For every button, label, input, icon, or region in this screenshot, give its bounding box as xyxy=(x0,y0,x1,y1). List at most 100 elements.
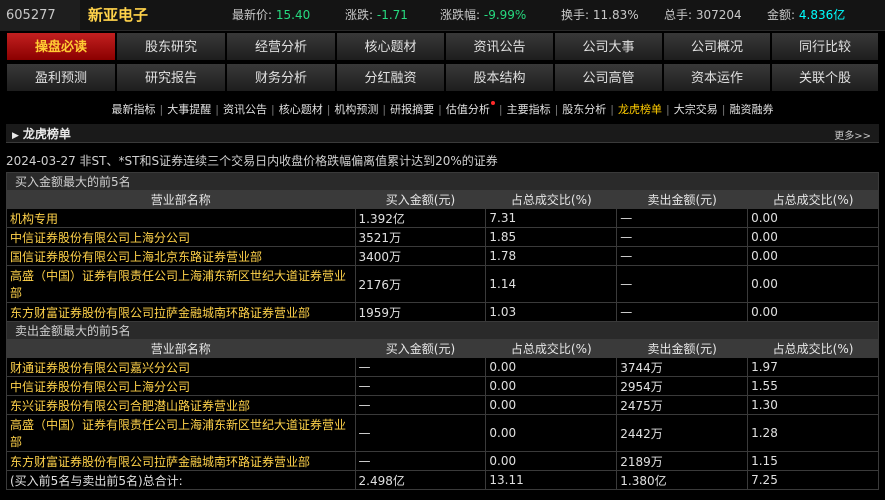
nav-zixun[interactable]: 资讯公告 xyxy=(445,32,554,61)
nav-gudong[interactable]: 股东研究 xyxy=(116,32,226,61)
quote-volume: 总手: 307204 xyxy=(664,8,742,22)
quote-bar: 605277 新亚电子 最新价: 15.40 涨跌: -1.71 涨跌幅: -9… xyxy=(0,0,885,31)
buy-amount: — xyxy=(354,414,487,452)
buy-amount: — xyxy=(354,376,487,396)
branch-name[interactable]: 东方财富证券股份有限公司拉萨金融城南环路证券营业部 xyxy=(6,302,356,322)
sell-group-row: 卖出金额最大的前5名 xyxy=(6,321,879,340)
quote-last-price: 最新价: 15.40 xyxy=(232,8,311,22)
sell-pct: 1.28 xyxy=(747,414,879,452)
quote-change: 涨跌: -1.71 xyxy=(345,8,408,22)
buy-amount: — xyxy=(354,451,487,471)
nav-ziben[interactable]: 资本运作 xyxy=(663,63,771,92)
nav-tonghang[interactable]: 同行比较 xyxy=(771,32,879,61)
subnav-yanbao[interactable]: 研报摘要 xyxy=(390,101,434,117)
col-header-sell: 卖出金额(元) xyxy=(616,190,749,209)
buy-group-row: 买入金额最大的前5名 xyxy=(6,172,879,191)
quote-change-pct: 涨跌幅: -9.99% xyxy=(440,8,527,22)
col-header-buy-pct: 占总成交比(%) xyxy=(485,190,618,209)
subnav-rongzi[interactable]: 融资融券 xyxy=(729,101,773,117)
nav-caiwu[interactable]: 财务分析 xyxy=(226,63,336,92)
buy-amount: 1959万 xyxy=(354,302,487,322)
subnav-zuixin[interactable]: 最新指标 xyxy=(112,101,156,117)
longhu-table: 买入金额最大的前5名 营业部名称 买入金额(元) 占总成交比(%) 卖出金额(元… xyxy=(6,172,879,490)
nav-guanlian[interactable]: 关联个股 xyxy=(771,63,879,92)
sell-amount: — xyxy=(616,246,749,266)
subnav-longhu[interactable]: 龙虎榜单 xyxy=(618,101,662,117)
col-header-sell: 卖出金额(元) xyxy=(616,339,749,358)
subnav-guzhi[interactable]: 估值分析 xyxy=(446,101,495,117)
branch-name[interactable]: 东兴证券股份有限公司合肥潜山路证券营业部 xyxy=(6,395,356,415)
triangle-right-icon: ▶ xyxy=(12,131,19,141)
total-buy: 2.498亿 xyxy=(354,470,487,490)
branch-name[interactable]: 财通证券股份有限公司嘉兴分公司 xyxy=(6,357,356,377)
buy-amount: 3400万 xyxy=(354,246,487,266)
total-row: (买入前5名与卖出前5名)总合计: 2.498亿 13.11 1.380亿 7.… xyxy=(6,470,879,490)
col-header-buy: 买入金额(元) xyxy=(354,190,487,209)
sell-amount: 2954万 xyxy=(616,376,749,396)
subnav-zhuyao[interactable]: 主要指标 xyxy=(507,101,551,117)
buy-pct: 0.00 xyxy=(485,376,618,396)
col-header-buy: 买入金额(元) xyxy=(354,339,487,358)
subnav-dashi[interactable]: 大事提醒 xyxy=(167,101,211,117)
nav-fenhong[interactable]: 分红融资 xyxy=(336,63,445,92)
subnav-gudong[interactable]: 股东分析 xyxy=(562,101,606,117)
subnav-zixun[interactable]: 资讯公告 xyxy=(223,101,267,117)
sell-pct: 0.00 xyxy=(747,265,879,303)
stock-name: 新亚电子 xyxy=(80,0,182,31)
nav-guben[interactable]: 股本结构 xyxy=(445,63,554,92)
nav-gaikuang[interactable]: 公司概况 xyxy=(663,32,771,61)
subnav-jigou[interactable]: 机构预测 xyxy=(334,101,378,117)
branch-name[interactable]: 机构专用 xyxy=(6,208,356,228)
table-header: 营业部名称 买入金额(元) 占总成交比(%) 卖出金额(元) 占总成交比(%) xyxy=(6,190,879,209)
buy-pct: 1.78 xyxy=(485,246,618,266)
sell-pct: 0.00 xyxy=(747,208,879,228)
buy-amount: 3521万 xyxy=(354,227,487,247)
nav-dashi[interactable]: 公司大事 xyxy=(554,32,663,61)
table-header: 营业部名称 买入金额(元) 占总成交比(%) 卖出金额(元) 占总成交比(%) xyxy=(6,339,879,358)
nav-yanjiu[interactable]: 研究报告 xyxy=(116,63,226,92)
table-row: 高盛（中国）证券有限责任公司上海浦东新区世纪大道证券营业部 2176万 1.14… xyxy=(6,265,879,303)
col-header-name: 营业部名称 xyxy=(6,339,356,358)
branch-name[interactable]: 高盛（中国）证券有限责任公司上海浦东新区世纪大道证券营业部 xyxy=(6,414,356,452)
date-line: 2024-03-27 非ST、*ST和S证券连续三个交易日内收盘价格跌幅偏离值累… xyxy=(6,154,498,168)
table-row: 东兴证券股份有限公司合肥潜山路证券营业部 — 0.00 2475万 1.30 xyxy=(6,395,879,415)
section-header: ▶ 龙虎榜单 更多>> xyxy=(6,124,879,143)
buy-amount: 2176万 xyxy=(354,265,487,303)
sell-pct: 0.00 xyxy=(747,246,879,266)
buy-amount: — xyxy=(354,395,487,415)
branch-name[interactable]: 东方财富证券股份有限公司拉萨金融城南环路证券营业部 xyxy=(6,451,356,471)
branch-name[interactable]: 国信证券股份有限公司上海北京东路证券营业部 xyxy=(6,246,356,266)
nav-yingli[interactable]: 盈利预测 xyxy=(6,63,116,92)
nav-jingying[interactable]: 经营分析 xyxy=(226,32,336,61)
main-nav: 操盘必读 股东研究 经营分析 核心题材 资讯公告 公司大事 公司概况 同行比较 … xyxy=(6,32,879,94)
buy-amount: — xyxy=(354,357,487,377)
sell-amount: — xyxy=(616,208,749,228)
total-label: (买入前5名与卖出前5名)总合计: xyxy=(6,470,356,490)
more-link[interactable]: 更多>> xyxy=(834,127,871,142)
sell-pct: 0.00 xyxy=(747,302,879,322)
subnav-hexin[interactable]: 核心题材 xyxy=(279,101,323,117)
branch-name[interactable]: 中信证券股份有限公司上海分公司 xyxy=(6,376,356,396)
buy-pct: 1.85 xyxy=(485,227,618,247)
buy-pct: 0.00 xyxy=(485,414,618,452)
nav-gaoguan[interactable]: 公司高管 xyxy=(554,63,663,92)
table-row: 机构专用 1.392亿 7.31 — 0.00 xyxy=(6,208,879,228)
nav-caopan[interactable]: 操盘必读 xyxy=(6,32,116,61)
nav-hexin[interactable]: 核心题材 xyxy=(336,32,445,61)
buy-pct: 0.00 xyxy=(485,451,618,471)
sell-pct: 1.30 xyxy=(747,395,879,415)
sell-pct: 1.55 xyxy=(747,376,879,396)
table-row: 高盛（中国）证券有限责任公司上海浦东新区世纪大道证券营业部 — 0.00 244… xyxy=(6,414,879,452)
buy-pct: 0.00 xyxy=(485,357,618,377)
total-sell: 1.380亿 xyxy=(616,470,749,490)
branch-name[interactable]: 中信证券股份有限公司上海分公司 xyxy=(6,227,356,247)
table-row: 中信证券股份有限公司上海分公司 — 0.00 2954万 1.55 xyxy=(6,376,879,396)
sell-amount: 3744万 xyxy=(616,357,749,377)
col-header-sell-pct: 占总成交比(%) xyxy=(747,190,879,209)
buy-pct: 7.31 xyxy=(485,208,618,228)
new-dot-icon xyxy=(490,101,495,105)
branch-name[interactable]: 高盛（中国）证券有限责任公司上海浦东新区世纪大道证券营业部 xyxy=(6,265,356,303)
total-buy-pct: 13.11 xyxy=(485,470,618,490)
buy-amount: 1.392亿 xyxy=(354,208,487,228)
subnav-dazong[interactable]: 大宗交易 xyxy=(674,101,718,117)
